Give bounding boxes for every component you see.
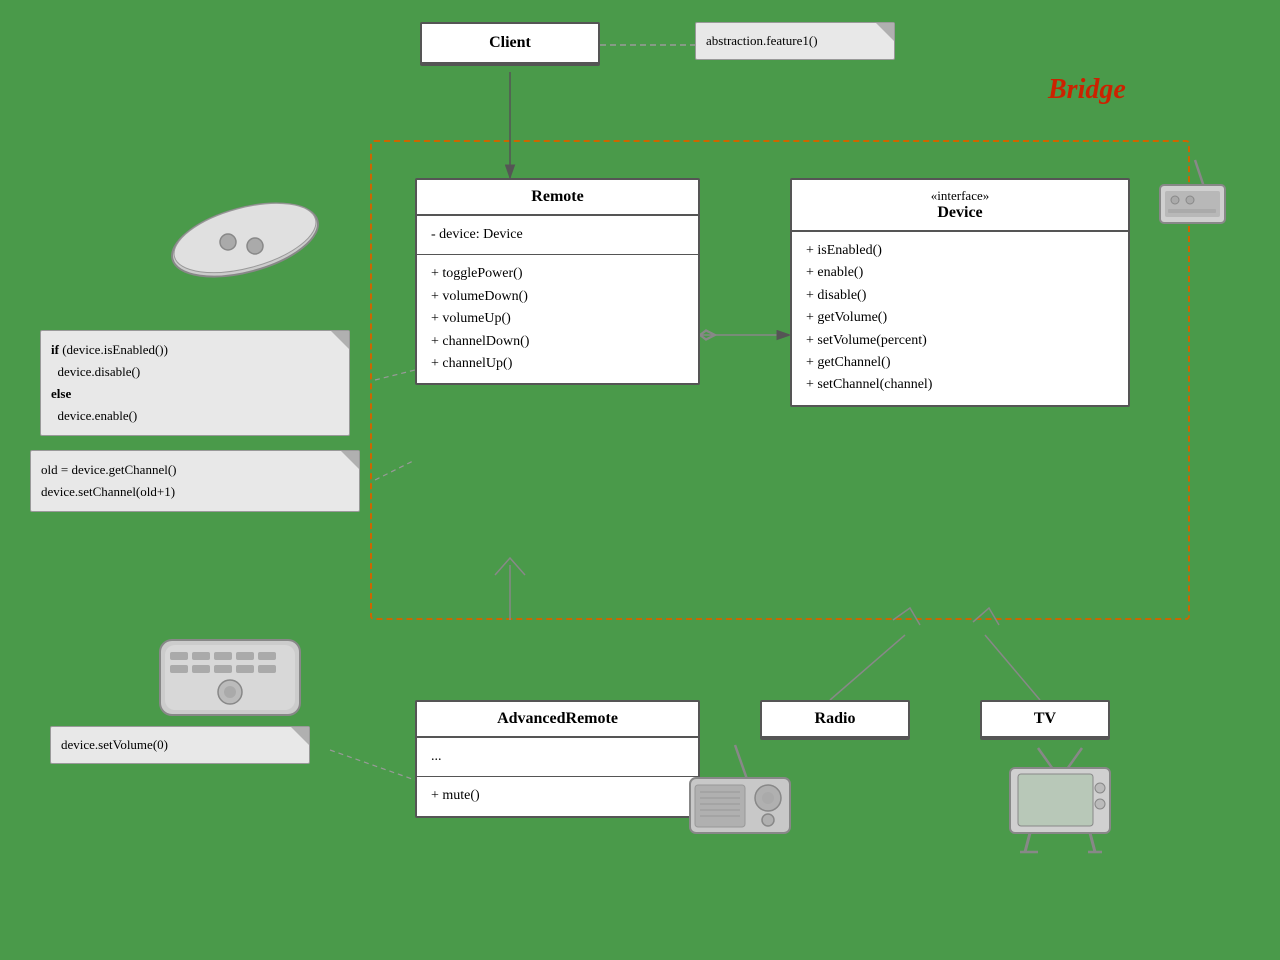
bridge-label: Bridge — [1048, 74, 1126, 106]
remote-methods: + togglePower() + volumeDown() + volumeU… — [417, 255, 698, 383]
remote-fields: - device: Device — [417, 216, 698, 255]
volume-note: device.setVolume(0) — [50, 726, 310, 764]
remote-box: Remote - device: Device + togglePower() … — [415, 178, 700, 385]
advanced-remote-box: AdvancedRemote ... + mute() — [415, 700, 700, 818]
channel-note: old = device.getChannel() device.setChan… — [30, 450, 360, 512]
client-box: Client — [420, 22, 600, 66]
if-note: if (device.isEnabled()) device.disable()… — [40, 330, 350, 436]
advanced-remote-fields: ... — [417, 738, 698, 777]
radio-icon — [680, 740, 800, 840]
remote-control-icon — [160, 190, 330, 280]
remote-header: Remote — [417, 180, 698, 216]
advanced-remote-methods: + mute() — [417, 777, 698, 815]
radio-header: Radio — [762, 702, 908, 738]
radio-box: Radio — [760, 700, 910, 740]
diagram-container: Bridge — [0, 0, 1280, 960]
client-header: Client — [422, 24, 598, 64]
client-note: abstraction.feature1() — [695, 22, 895, 60]
tv-box: TV — [980, 700, 1110, 740]
tv-icon — [1000, 740, 1120, 860]
device-box: «interface» Device + isEnabled() + enabl… — [790, 178, 1130, 407]
advanced-remote-header: AdvancedRemote — [417, 702, 698, 738]
router-icon — [1150, 155, 1240, 235]
device-header: «interface» Device — [792, 180, 1128, 232]
tv-header: TV — [982, 702, 1108, 738]
advanced-remote-control-icon — [140, 630, 320, 730]
device-methods: + isEnabled() + enable() + disable() + g… — [792, 232, 1128, 405]
